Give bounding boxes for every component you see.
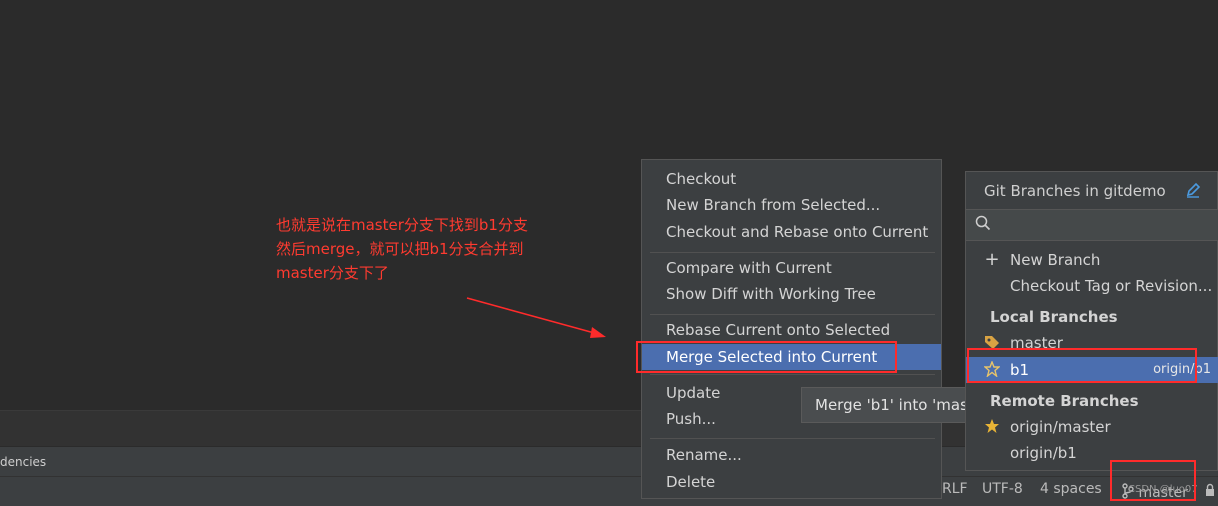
- branch-name: origin/b1: [1010, 444, 1077, 462]
- menu-item-delete[interactable]: Delete: [642, 469, 941, 495]
- menu-separator: [650, 252, 935, 253]
- annotation-box-branch: [1110, 460, 1196, 501]
- section-label: Remote Branches: [990, 392, 1139, 410]
- popup-title: Git Branches in gitdemo: [984, 182, 1166, 200]
- menu-item-checkout-and-rebase[interactable]: Checkout and Rebase onto Current: [642, 219, 941, 245]
- line-ending-widget[interactable]: RLF: [942, 481, 968, 497]
- branch-search-field[interactable]: [966, 209, 1218, 241]
- annotation-line: 也就是说在master分支下找到b1分支: [276, 216, 528, 234]
- menu-separator: [650, 438, 935, 439]
- branch-row-origin-master[interactable]: origin/master: [966, 414, 1218, 440]
- annotation-box-merge: [636, 341, 897, 373]
- menu-item-checkout[interactable]: Checkout: [642, 166, 941, 192]
- annotation-line: master分支下了: [276, 264, 389, 282]
- git-branches-popup: Git Branches in gitdemo + New Branch Che…: [965, 171, 1218, 471]
- branch-name: origin/master: [1010, 418, 1111, 436]
- annotation-text: 也就是说在master分支下找到b1分支 然后merge，就可以把b1分支合并到…: [276, 213, 576, 285]
- annotation-box-b1: [967, 348, 1197, 383]
- menu-item-rebase-current[interactable]: Rebase Current onto Selected: [642, 317, 941, 343]
- indent-widget[interactable]: 4 spaces: [1040, 481, 1102, 497]
- lock-icon[interactable]: [1205, 483, 1215, 501]
- branch-context-menu: Checkout New Branch from Selected... Che…: [641, 159, 942, 499]
- menu-item-show-diff[interactable]: Show Diff with Working Tree: [642, 281, 941, 307]
- tab-dependencies[interactable]: dencies: [0, 455, 46, 469]
- encoding-widget[interactable]: UTF-8: [982, 481, 1023, 497]
- local-branches-header: Local Branches: [966, 304, 1218, 330]
- star-filled-icon: [984, 414, 1000, 442]
- section-label: Local Branches: [990, 308, 1118, 326]
- menu-separator: [650, 374, 935, 375]
- remote-branches-header: Remote Branches: [966, 388, 1218, 414]
- action-label: New Branch: [1010, 251, 1101, 269]
- menu-item-compare-with-current[interactable]: Compare with Current: [642, 255, 941, 281]
- action-new-branch[interactable]: + New Branch: [966, 247, 1218, 273]
- search-icon: [975, 215, 991, 231]
- annotation-line: 然后merge，就可以把b1分支合并到: [276, 240, 524, 258]
- action-checkout-tag[interactable]: Checkout Tag or Revision...: [966, 273, 1218, 299]
- edit-settings-icon[interactable]: [1185, 182, 1201, 202]
- action-label: Checkout Tag or Revision...: [1010, 277, 1213, 295]
- menu-item-new-branch-from-selected[interactable]: New Branch from Selected...: [642, 192, 941, 218]
- status-bar: RLF UTF-8 4 spaces master CSDN @luo07: [0, 476, 1218, 506]
- menu-separator: [650, 314, 935, 315]
- menu-item-rename[interactable]: Rename...: [642, 442, 941, 468]
- plus-icon: +: [984, 249, 1000, 270]
